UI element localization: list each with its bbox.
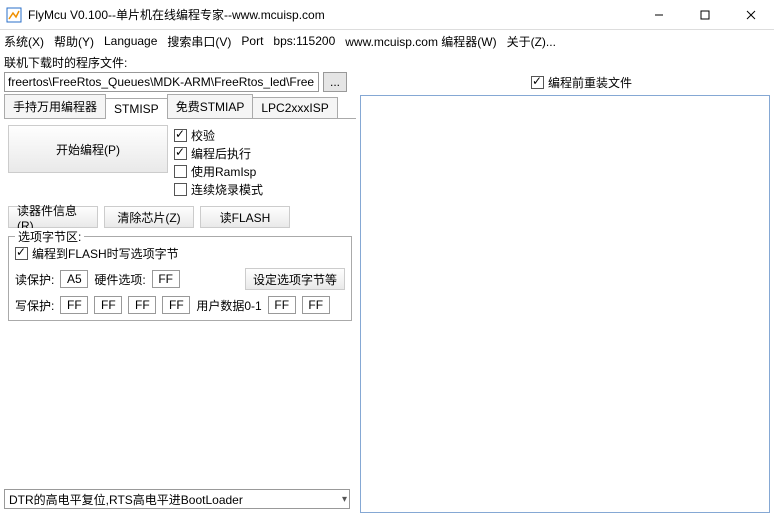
dtr-rts-select[interactable]: DTR的高电平复位,RTS高电平进BootLoader ▾ xyxy=(4,489,350,509)
menu-language[interactable]: Language xyxy=(104,34,157,48)
file-path-input[interactable] xyxy=(4,72,319,92)
tab-stmisp[interactable]: STMISP xyxy=(105,98,168,119)
maximize-button[interactable] xyxy=(682,0,728,30)
tab-strip: 手持万用编程器 STMISP 免费STMIAP LPC2xxxISP xyxy=(4,95,356,119)
verify-checkbox[interactable] xyxy=(174,129,187,142)
program-option-checkbox[interactable] xyxy=(15,247,28,260)
read-protect-label: 读保护: xyxy=(15,271,54,288)
ud-input-1[interactable] xyxy=(302,296,330,314)
wp-input-0[interactable] xyxy=(60,296,88,314)
log-textarea[interactable] xyxy=(360,95,770,513)
runafter-label: 编程后执行 xyxy=(191,145,251,162)
contburn-checkbox[interactable] xyxy=(174,183,187,196)
app-icon xyxy=(6,7,22,23)
menu-help[interactable]: 帮助(Y) xyxy=(54,33,94,50)
menu-bps[interactable]: bps:115200 xyxy=(273,34,335,48)
menu-port[interactable]: Port xyxy=(241,34,263,48)
window-title: FlyMcu V0.100--单片机在线编程专家--www.mcuisp.com xyxy=(28,6,636,23)
read-device-info-button[interactable]: 读器件信息(R) xyxy=(8,206,98,228)
write-protect-label: 写保护: xyxy=(15,297,54,314)
minimize-button[interactable] xyxy=(636,0,682,30)
reinstall-checkbox[interactable] xyxy=(531,76,544,89)
erase-chip-button[interactable]: 清除芯片(Z) xyxy=(104,206,194,228)
menu-site[interactable]: www.mcuisp.com 编程器(W) xyxy=(345,33,496,50)
chevron-down-icon: ▾ xyxy=(342,494,347,505)
close-button[interactable] xyxy=(728,0,774,30)
runafter-checkbox[interactable] xyxy=(174,147,187,160)
tab-stmiap[interactable]: 免费STMIAP xyxy=(167,94,254,118)
set-option-bytes-button[interactable]: 设定选项字节等 xyxy=(245,268,345,290)
wp-input-2[interactable] xyxy=(128,296,156,314)
reinstall-label: 编程前重装文件 xyxy=(548,74,632,91)
dtr-rts-value: DTR的高电平复位,RTS高电平进BootLoader xyxy=(9,491,243,508)
contburn-label: 连续烧录模式 xyxy=(191,181,263,198)
read-flash-button[interactable]: 读FLASH xyxy=(200,206,290,228)
wp-input-3[interactable] xyxy=(162,296,190,314)
option-bytes-legend: 选项字节区: xyxy=(15,228,84,245)
user-data-label: 用户数据0-1 xyxy=(196,297,261,314)
ud-input-0[interactable] xyxy=(268,296,296,314)
start-program-button[interactable]: 开始编程(P) xyxy=(8,125,168,173)
title-bar: FlyMcu V0.100--单片机在线编程专家--www.mcuisp.com xyxy=(0,0,774,30)
menu-system[interactable]: 系统(X) xyxy=(4,33,44,50)
tab-handheld[interactable]: 手持万用编程器 xyxy=(4,94,106,118)
read-protect-input[interactable] xyxy=(60,270,88,288)
menu-bar: 系统(X) 帮助(Y) Language 搜索串口(V) Port bps:11… xyxy=(0,30,774,52)
option-bytes-group: 选项字节区: 编程到FLASH时写选项字节 读保护: 硬件选项: 设定选项字节等… xyxy=(8,236,352,321)
menu-about[interactable]: 关于(Z)... xyxy=(507,33,556,50)
wp-input-1[interactable] xyxy=(94,296,122,314)
hw-option-input[interactable] xyxy=(152,270,180,288)
ramisp-label: 使用RamIsp xyxy=(191,163,256,180)
tab-content: 开始编程(P) 校验 编程后执行 使用RamIsp 连续烧录模式 读器件信息(R… xyxy=(4,119,356,325)
file-path-label: 联机下载时的程序文件: xyxy=(0,52,774,71)
program-option-label: 编程到FLASH时写选项字节 xyxy=(32,245,179,262)
hw-option-label: 硬件选项: xyxy=(94,271,145,288)
verify-label: 校验 xyxy=(191,127,215,144)
menu-search-port[interactable]: 搜索串口(V) xyxy=(167,33,231,50)
tab-lpc[interactable]: LPC2xxxISP xyxy=(252,97,337,118)
ramisp-checkbox[interactable] xyxy=(174,165,187,178)
browse-button[interactable]: ... xyxy=(323,72,347,92)
